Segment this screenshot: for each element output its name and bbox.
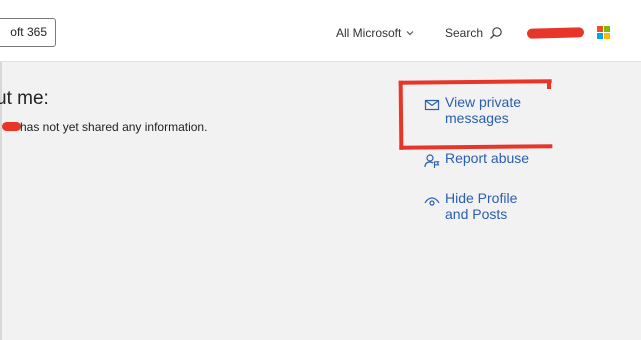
search-button[interactable]: Search (445, 26, 503, 40)
microsoft-logo-icon (597, 26, 610, 39)
chevron-down-icon (406, 31, 414, 36)
report-person-icon (424, 154, 440, 168)
red-annotation-box (398, 79, 553, 150)
eye-icon (424, 197, 440, 206)
hide-profile-and-posts-label: Hide Profile and Posts (445, 190, 518, 222)
search-icon (490, 27, 502, 39)
report-abuse-link[interactable]: Report abuse (424, 150, 529, 169)
redacted-user-name[interactable] (526, 27, 585, 39)
red-annotation-tick (547, 81, 551, 89)
about-text: has not yet shared any information. (20, 120, 208, 134)
hide-profile-and-posts-link[interactable]: Hide Profile and Posts (424, 190, 517, 222)
all-microsoft-label: All Microsoft (336, 26, 402, 40)
search-label: Search (445, 26, 484, 40)
all-microsoft-menu[interactable]: All Microsoft (336, 26, 415, 40)
about-heading: ut me: (0, 88, 49, 109)
top-header: oft 365 All Microsoft Search (0, 0, 641, 62)
redacted-name (2, 122, 21, 131)
page: oft 365 All Microsoft Search ut me: has … (0, 0, 641, 340)
product-button[interactable]: oft 365 (0, 18, 56, 47)
report-abuse-label: Report abuse (445, 150, 530, 166)
